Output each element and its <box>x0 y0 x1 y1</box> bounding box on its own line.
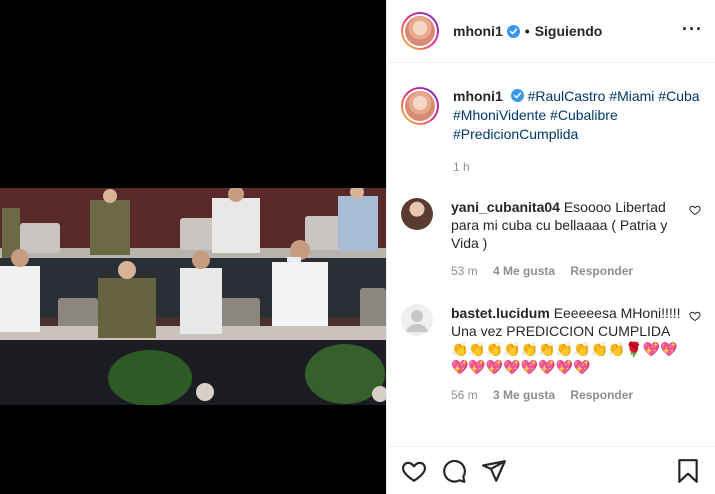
comment-meta: 53 m 4 Me gusta Responder <box>451 262 681 280</box>
caption-author-avatar[interactable] <box>401 87 439 125</box>
post-header: mhoni1 • Siguiendo ··· <box>387 0 715 63</box>
share-icon[interactable] <box>481 458 507 484</box>
comment-heart-icon[interactable] <box>689 310 701 322</box>
following-button[interactable]: Siguiendo <box>535 23 603 39</box>
verified-badge-icon <box>506 24 520 38</box>
comment-item: yani_cubanita04 Esoooo Libertad para mi … <box>401 198 701 280</box>
bookmark-icon[interactable] <box>675 458 701 484</box>
hashtag-link[interactable]: #Miami <box>609 88 654 104</box>
comment-body: bastet.lucidum Eeeeeesa MHoni!!!!! Una v… <box>451 304 681 404</box>
reply-button[interactable]: Responder <box>570 264 633 278</box>
assembly-scene-image <box>0 188 386 405</box>
comment-time: 56 m <box>451 388 478 402</box>
comment-likes[interactable]: 4 Me gusta <box>493 264 555 278</box>
reply-button[interactable]: Responder <box>570 388 633 402</box>
hashtag-link[interactable]: #RaulCastro <box>528 88 606 104</box>
caption-text: mhoni1 #RaulCastro #Miami #Cuba #MhoniVi… <box>453 87 701 177</box>
author-avatar[interactable] <box>401 12 439 50</box>
heart-icon[interactable] <box>401 458 427 484</box>
comment-username[interactable]: bastet.lucidum <box>451 305 550 321</box>
comment-item: bastet.lucidum Eeeeeesa MHoni!!!!! Una v… <box>401 304 701 404</box>
post-sidebar: mhoni1 • Siguiendo ··· mhoni1 #RaulCastr… <box>386 0 715 494</box>
post-media[interactable] <box>0 0 386 494</box>
caption-timestamp: 1 h <box>453 160 470 174</box>
hashtag-link[interactable]: #Cubalibre <box>550 107 618 123</box>
comment-meta: 56 m 3 Me gusta Responder <box>451 386 681 404</box>
comment-body: yani_cubanita04 Esoooo Libertad para mi … <box>451 198 681 280</box>
post-caption: mhoni1 #RaulCastro #Miami #Cuba #MhoniVi… <box>401 87 701 177</box>
comment-likes[interactable]: 3 Me gusta <box>493 388 555 402</box>
commenter-avatar[interactable] <box>401 198 433 230</box>
comment-icon[interactable] <box>441 458 467 484</box>
hashtag-link[interactable]: #Cuba <box>658 88 699 104</box>
hashtag-link[interactable]: #PredicionCumplida <box>453 126 578 142</box>
verified-badge-icon <box>510 88 524 102</box>
comment-username[interactable]: yani_cubanita04 <box>451 199 560 215</box>
header-separator: • <box>524 23 530 39</box>
comment-time: 53 m <box>451 264 478 278</box>
hashtag-link[interactable]: #MhoniVidente <box>453 107 546 123</box>
caption-username[interactable]: mhoni1 <box>453 88 503 104</box>
commenter-avatar[interactable] <box>401 304 433 336</box>
comment-heart-icon[interactable] <box>689 204 701 216</box>
author-username[interactable]: mhoni1 <box>453 23 503 39</box>
video-frame[interactable] <box>0 188 386 405</box>
post-actions-bar <box>387 446 715 494</box>
instagram-post: mhoni1 • Siguiendo ··· mhoni1 #RaulCastr… <box>0 0 715 494</box>
more-options-icon[interactable]: ··· <box>682 20 703 38</box>
